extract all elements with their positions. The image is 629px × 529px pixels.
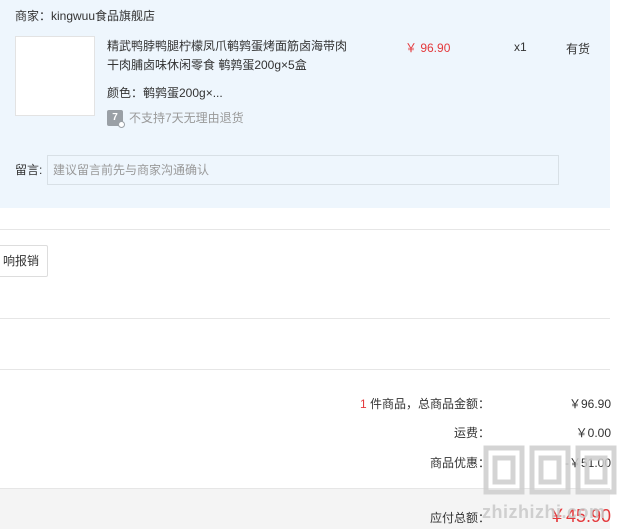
note-input[interactable]: [47, 155, 559, 185]
total-bar: [0, 488, 610, 529]
discount-label: 商品优惠：: [429, 456, 490, 470]
product-title[interactable]: 精武鸭脖鸭腿柠檬凤爪鹌鹑蛋烤面筋卤海带肉干肉脯卤味休闲零食 鹌鹑蛋200g×5盒: [107, 37, 357, 75]
total-value: ￥45.90: [547, 506, 611, 526]
total-label: 应付总额：: [429, 511, 490, 525]
return-policy-text: 不支持7天无理由退货: [129, 111, 244, 125]
return-policy: 7 不支持7天无理由退货: [107, 109, 244, 128]
subtotal-row: 1 件商品，总商品金额： ￥96.90: [0, 395, 629, 415]
item-count: 1: [359, 397, 367, 411]
order-card: 商家：kingwuu食品旗舰店 精武鸭脖鸭腿柠檬凤爪鹌鹑蛋烤面筋卤海带肉干肉脯卤…: [0, 0, 610, 208]
subtotal-label-text: 件商品，总商品金额：: [366, 397, 490, 411]
shipping-row: 运费： ￥0.00: [0, 424, 629, 444]
note-label: 留言:: [15, 163, 43, 177]
stock-status: 有货: [566, 42, 591, 56]
subtotal-value: ￥96.90: [568, 397, 611, 411]
section-divider: [0, 369, 610, 370]
product-image[interactable]: [15, 36, 95, 116]
product-spec: 颜色：鹌鹑蛋200g×...: [107, 86, 223, 100]
merchant-name[interactable]: 商家：kingwuu食品旗舰店: [15, 7, 155, 24]
no-return-icon: 7: [107, 109, 125, 128]
quantity: x1: [514, 40, 527, 54]
subtotal-label: 1 件商品，总商品金额：: [360, 395, 490, 412]
reimburse-button[interactable]: 响报销: [0, 245, 48, 277]
shipping-value: ￥0.00: [575, 426, 611, 440]
section-divider: [0, 318, 610, 319]
shipping-label: 运费：: [453, 426, 490, 440]
unit-price: ￥ 96.90: [405, 41, 451, 55]
section-divider: [0, 229, 610, 230]
discount-value: -￥51.00: [564, 456, 611, 470]
discount-row: 商品优惠： -￥51.00: [0, 454, 629, 474]
